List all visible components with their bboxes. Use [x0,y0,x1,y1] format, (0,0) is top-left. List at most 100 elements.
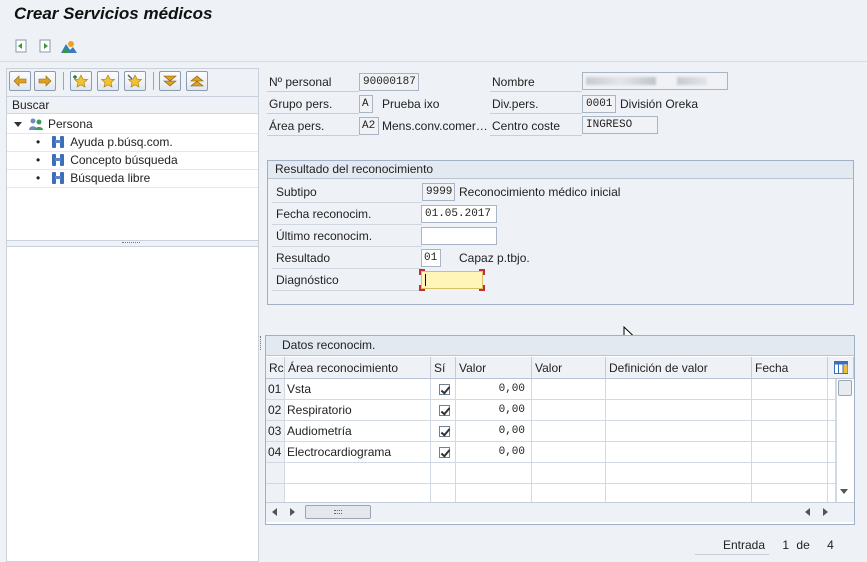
column-header-si[interactable]: Sí [431,357,456,379]
cost-center-field[interactable]: INGRESO [582,116,658,134]
collapse-triangle-icon[interactable] [14,121,22,127]
tree-node-persona[interactable]: Persona [14,115,93,133]
exam-date-field[interactable]: 01.05.2017 [421,205,497,223]
table-cell[interactable] [752,400,828,421]
tree-node-label: Persona [48,117,93,131]
table-cell[interactable] [828,379,836,400]
binoculars-icon [50,135,66,149]
vertical-scrollbar[interactable] [836,379,853,502]
table-cell[interactable] [828,463,836,484]
table-cell[interactable]: 0,00 [456,379,532,400]
tree-item-ayuda[interactable]: • Ayuda p.búsq.com. [36,133,173,151]
personnel-area-label: Área pers. [267,118,359,136]
scroll-left-icon[interactable] [805,508,810,516]
table-cell[interactable] [606,463,752,484]
landscape-icon[interactable] [60,37,78,55]
next-record-icon[interactable] [36,37,54,55]
division-code[interactable]: 0001 [582,95,616,113]
table-cell[interactable] [532,421,606,442]
checkbox-checked[interactable] [438,384,450,396]
entry-current-field[interactable]: 1 [782,536,789,554]
table-cell: 03 [266,421,285,442]
column-settings-icon[interactable] [828,357,854,379]
table-cell[interactable]: Respiratorio [285,400,431,421]
table-cell[interactable] [431,463,456,484]
forward-arrow-icon[interactable] [34,71,56,91]
vertical-scroll-thumb[interactable] [838,380,852,396]
table-cell[interactable] [285,463,431,484]
last-exam-field[interactable] [421,227,497,245]
divider [7,187,258,188]
checkbox-checked[interactable] [438,405,450,417]
table-cell[interactable]: Electrocardiograma [285,442,431,463]
vertical-splitter-grip-icon[interactable] [260,336,263,350]
column-header-area[interactable]: Área reconocimiento [285,357,431,379]
table-cell[interactable] [606,400,752,421]
scroll-right-icon[interactable] [290,508,295,516]
table-cell[interactable] [606,421,752,442]
table-cell: 04 [266,442,285,463]
collapse-up-icon[interactable] [186,71,208,91]
table-cell[interactable] [606,442,752,463]
table-cell[interactable]: 0,00 [456,442,532,463]
tree-item-label: Concepto búsqueda [70,153,178,167]
table-cell[interactable] [532,463,606,484]
diagnosis-field[interactable] [421,271,483,289]
favorite-star-icon[interactable] [97,71,119,91]
table-cell[interactable] [828,442,836,463]
scroll-left-icon[interactable] [272,508,277,516]
scroll-down-icon[interactable] [840,489,848,494]
table-cell[interactable] [431,421,456,442]
division-text: División Oreka [620,97,699,111]
table-cell[interactable] [752,442,828,463]
name-field[interactable] [582,72,728,90]
tree-item-concepto[interactable]: • Concepto búsqueda [36,151,178,169]
last-exam-label: Último reconocim. [272,226,422,247]
personnel-area-code[interactable]: A2 [359,117,379,135]
table-cell[interactable] [532,400,606,421]
exam-date-label: Fecha reconocim. [272,204,422,225]
table-cell: 01 [266,379,285,400]
table-cell[interactable] [456,463,532,484]
table-cell[interactable] [752,379,828,400]
column-header-definicion[interactable]: Definición de valor [606,357,752,379]
checkbox-checked[interactable] [438,426,450,438]
back-arrow-icon[interactable] [9,71,31,91]
table-cell[interactable] [431,442,456,463]
change-favorite-icon[interactable] [124,71,146,91]
employee-group-label: Grupo pers. [267,96,359,114]
table-cell[interactable] [752,463,828,484]
table-cell[interactable] [431,400,456,421]
table-cell[interactable] [828,421,836,442]
table-cell[interactable]: 0,00 [456,421,532,442]
checkbox-checked[interactable] [438,447,450,459]
table-cell[interactable] [532,379,606,400]
text-cursor [425,274,426,286]
previous-record-icon[interactable] [12,37,30,55]
persons-icon [28,117,44,131]
personal-number-field[interactable]: 90000187 [359,73,419,91]
subtype-code[interactable]: 9999 [422,183,455,201]
column-header-valor[interactable]: Valor [456,357,532,379]
table-cell[interactable]: 0,00 [456,400,532,421]
expand-down-icon[interactable] [159,71,181,91]
result-code-field[interactable]: 01 [421,249,441,267]
table-cell[interactable] [752,421,828,442]
table-cell[interactable]: Audiometría [285,421,431,442]
column-header-rc[interactable]: Rc [266,357,285,379]
table-cell[interactable] [532,442,606,463]
tree-item-busqueda-libre[interactable]: • Búsqueda libre [36,169,150,187]
add-favorite-icon[interactable] [70,71,92,91]
scroll-right-icon[interactable] [823,508,828,516]
entry-pagination: Entrada 1 de 4 [695,536,834,555]
column-header-fecha[interactable]: Fecha [752,357,828,379]
table-cell[interactable]: Vsta [285,379,431,400]
entry-of-label: de [796,538,810,552]
splitter-grip-icon[interactable] [122,242,140,245]
employee-group-code[interactable]: A [359,95,373,113]
table-cell[interactable] [606,379,752,400]
column-header-valor-2[interactable]: Valor [532,357,606,379]
table-cell[interactable] [828,400,836,421]
employee-group-text: Prueba ixo [382,97,440,111]
table-cell[interactable] [431,379,456,400]
